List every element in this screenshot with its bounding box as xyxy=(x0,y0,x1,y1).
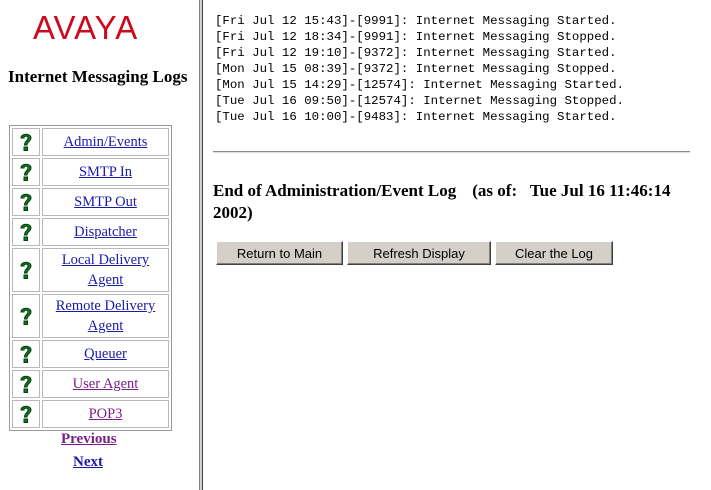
nav-label-cell: Remote Delivery Agent xyxy=(42,294,169,338)
question-mark-icon[interactable] xyxy=(18,191,34,213)
clear-log-button[interactable]: Clear the Log xyxy=(495,241,613,265)
nav-icon-cell xyxy=(12,248,40,292)
nav-icon-cell xyxy=(12,370,40,398)
nav-icon-cell xyxy=(12,340,40,368)
end-heading-text: End of Administration/Event Log xyxy=(213,181,457,200)
nav-label-cell: SMTP In xyxy=(42,158,169,186)
nav-row: Dispatcher xyxy=(12,218,169,246)
return-to-main-button[interactable]: Return to Main xyxy=(216,241,343,265)
nav-icon-cell xyxy=(12,400,40,428)
question-mark-icon[interactable] xyxy=(18,343,34,365)
log-end-heading: End of Administration/Event Log (as of: T… xyxy=(213,180,683,224)
nav-link-user-agent[interactable]: User Agent xyxy=(73,376,139,392)
nav-link-remote-delivery-agent[interactable]: Remote Delivery Agent xyxy=(56,298,155,334)
log-line: [Mon Jul 15 08:39]-[9372]: Internet Mess… xyxy=(215,62,617,76)
log-nav-table: Admin/Events SMTP In SMTP Out Dispatcher Loc… xyxy=(9,125,172,431)
nav-link-pop3[interactable]: POP3 xyxy=(89,406,123,422)
question-mark-icon[interactable] xyxy=(18,221,34,243)
log-line: [Tue Jul 16 10:00]-[9483]: Internet Mess… xyxy=(215,110,617,124)
log-line: [Fri Jul 12 18:34]-[9991]: Internet Mess… xyxy=(215,30,617,44)
question-mark-icon[interactable] xyxy=(18,403,34,425)
nav-row: SMTP In xyxy=(12,158,169,186)
nav-link-dispatcher[interactable]: Dispatcher xyxy=(74,224,137,240)
nav-row: Remote Delivery Agent xyxy=(12,294,169,338)
nav-row: Queuer xyxy=(12,340,169,368)
question-mark-icon[interactable] xyxy=(18,305,34,327)
nav-icon-cell xyxy=(12,294,40,338)
refresh-display-button[interactable]: Refresh Display xyxy=(347,241,491,265)
next-link[interactable]: Next xyxy=(73,454,103,471)
log-text: [Fri Jul 12 15:43]-[9991]: Internet Mess… xyxy=(215,13,624,125)
logo-text: AVAYA xyxy=(33,9,139,46)
avaya-logo: AVAYA xyxy=(33,10,149,46)
nav-link-admin-events[interactable]: Admin/Events xyxy=(64,134,148,150)
log-line: [Mon Jul 15 14:29]-[12574]: Internet Mes… xyxy=(215,78,624,92)
log-line: [Fri Jul 12 19:10]-[9372]: Internet Mess… xyxy=(215,46,617,60)
sidebar: AVAYA Internet Messaging Logs Admin/Even… xyxy=(0,0,199,490)
log-line: [Tue Jul 16 09:50]-[12574]: Internet Mes… xyxy=(215,94,624,108)
question-mark-icon[interactable] xyxy=(18,131,34,153)
browser-page: AVAYA Internet Messaging Logs Admin/Even… xyxy=(0,0,711,490)
nav-row: Local Delivery Agent xyxy=(12,248,169,292)
log-line: [Fri Jul 12 15:43]-[9991]: Internet Mess… xyxy=(215,14,617,28)
nav-icon-cell xyxy=(12,218,40,246)
question-mark-icon[interactable] xyxy=(18,259,34,281)
nav-row: POP3 xyxy=(12,400,169,428)
nav-icon-cell xyxy=(12,158,40,186)
nav-link-local-delivery-agent[interactable]: Local Delivery Agent xyxy=(62,252,149,288)
nav-link-smtp-out[interactable]: SMTP Out xyxy=(74,194,137,210)
nav-row: SMTP Out xyxy=(12,188,169,216)
nav-label-cell: SMTP Out xyxy=(42,188,169,216)
previous-link[interactable]: Previous xyxy=(61,431,117,448)
nav-label-cell: Queuer xyxy=(42,340,169,368)
question-mark-icon[interactable] xyxy=(18,373,34,395)
question-mark-icon[interactable] xyxy=(18,161,34,183)
main-content: [Fri Jul 12 15:43]-[9991]: Internet Mess… xyxy=(203,0,711,490)
nav-label-cell: Admin/Events xyxy=(42,128,169,156)
nav-row: User Agent xyxy=(12,370,169,398)
nav-link-smtp-in[interactable]: SMTP In xyxy=(79,164,132,180)
nav-icon-cell xyxy=(12,128,40,156)
nav-label-cell: Dispatcher xyxy=(42,218,169,246)
nav-link-queuer[interactable]: Queuer xyxy=(84,346,127,362)
nav-row: Admin/Events xyxy=(12,128,169,156)
nav-label-cell: Local Delivery Agent xyxy=(42,248,169,292)
as-of-label: (as of: xyxy=(472,181,518,200)
button-row: Return to Main Refresh Display Clear the… xyxy=(216,241,613,265)
nav-label-cell: POP3 xyxy=(42,400,169,428)
sidebar-title: Internet Messaging Logs xyxy=(8,67,188,86)
horizontal-rule xyxy=(213,151,690,153)
nav-label-cell: User Agent xyxy=(42,370,169,398)
nav-icon-cell xyxy=(12,188,40,216)
